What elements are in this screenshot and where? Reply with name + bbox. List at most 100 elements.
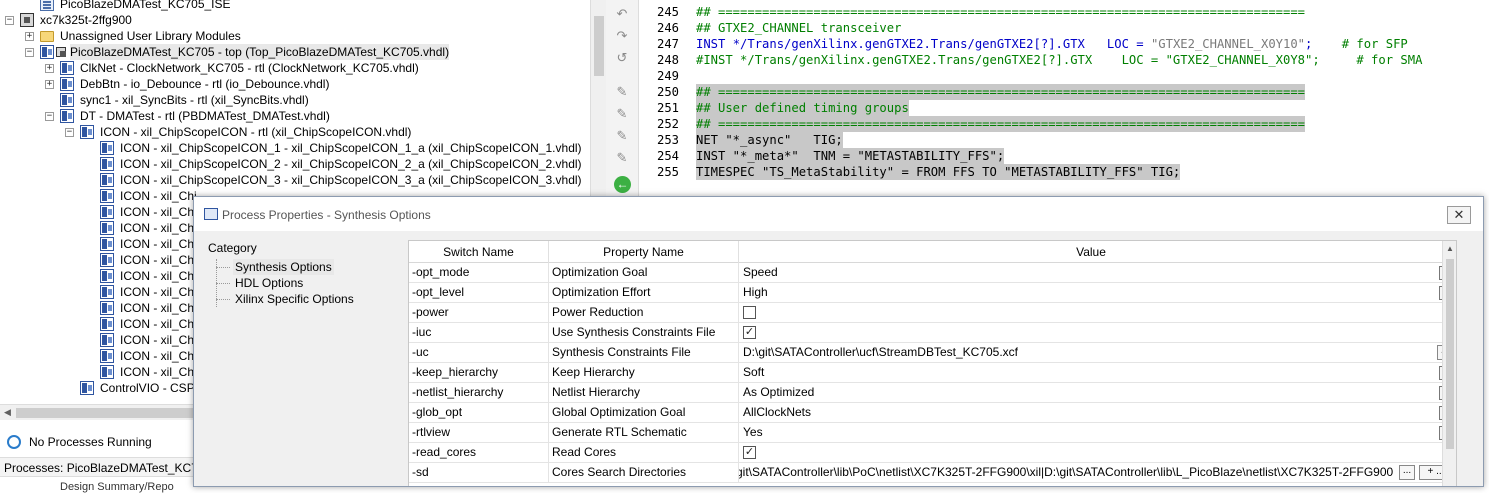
collapse-icon[interactable]: − [25, 48, 34, 57]
value-cell[interactable]: Speed [739, 263, 1456, 283]
tree-row-label[interactable]: PicoBlazeDMATest_KC705_ISE [60, 0, 231, 12]
value-dropdown[interactable]: High [743, 283, 768, 302]
value-dropdown[interactable]: As Optimized [743, 383, 814, 402]
tree-row-label[interactable]: Unassigned User Library Modules [60, 28, 241, 44]
tree-row[interactable]: ICON - xil_ChipScopeICON_3 - xil_ChipSco… [0, 172, 590, 188]
tree-row-label[interactable]: ICON - xil_Chi [120, 268, 197, 284]
value-cell[interactable]: Soft [739, 363, 1456, 383]
go-back-icon[interactable]: ← [614, 176, 631, 193]
collapse-icon[interactable]: − [5, 16, 14, 25]
expand-icon[interactable]: + [25, 32, 34, 41]
value-cell[interactable] [739, 303, 1456, 323]
code-line[interactable]: 246 ## GTXE2_CHANNEL transceiver [639, 20, 1489, 36]
tree-row-label[interactable]: ICON - xil_ChipScopeICON - rtl (xil_Chip… [100, 124, 411, 140]
code-text[interactable]: TIMESPEC "TS_MetaStability" = FROM FFS T… [696, 164, 1181, 180]
property-row[interactable]: -opt_mode Optimization Goal Speed [409, 263, 1456, 283]
tree-row-label[interactable]: ICON - xil_Chi [120, 284, 197, 300]
property-row[interactable]: -rtlview Generate RTL Schematic Yes [409, 423, 1456, 443]
code-text[interactable]: INST */Trans/genXilinx.genGTXE2.Trans/ge… [696, 36, 1408, 52]
tree-row-label[interactable]: ClkNet - ClockNetwork_KC705 - rtl (Clock… [80, 60, 419, 76]
scroll-thumb[interactable] [1446, 259, 1454, 449]
tree-row[interactable]: ICON - xil_ChipScopeICON_1 - xil_ChipSco… [0, 140, 590, 156]
code-editor[interactable]: 245 ## ==================================… [639, 0, 1489, 200]
value-cell[interactable]: D:\git\SATAController\ucf\StreamDBTest_K… [739, 343, 1456, 363]
tree-row-label[interactable]: ICON - xil_Chi [120, 188, 197, 204]
code-line[interactable]: 248 #INST */Trans/genXilinx.genGTXE2.Tran… [639, 52, 1489, 68]
tree-row-label[interactable]: ICON - xil_Chi [120, 300, 197, 316]
value-cell[interactable]: As Optimized [739, 383, 1456, 403]
code-text[interactable]: ## =====================================… [696, 116, 1306, 132]
code-line[interactable]: 255 TIMESPEC "TS_MetaStability" = FROM FF… [639, 164, 1489, 180]
value-dropdown[interactable]: AllClockNets [743, 403, 811, 422]
tree-row-label[interactable]: ICON - xil_Chi [120, 204, 197, 220]
browse-button[interactable]: ... [1399, 465, 1415, 480]
tree-row-label[interactable]: DT - DMATest - rtl (PBDMATest_DMATest.vh… [80, 108, 330, 124]
value-cell[interactable]: Yes [739, 423, 1456, 443]
value-dropdown[interactable]: Speed [743, 263, 778, 282]
code-text[interactable]: #INST */Trans/genXilinx.genGTXE2.Trans/g… [696, 52, 1422, 68]
value-cell[interactable]: git\SATAController\lib\PoC\netlist\XC7K3… [739, 463, 1456, 483]
tree-vertical-scrollbar[interactable] [590, 0, 606, 200]
tree-row[interactable]: sync1 - xil_SyncBits - rtl (xil_SyncBits… [0, 92, 590, 108]
scroll-up-icon[interactable]: ▲ [1446, 244, 1454, 253]
value-cell[interactable]: ✓ [739, 323, 1456, 343]
value-text[interactable]: D:\git\SATAController\ucf\StreamDBTest_K… [743, 343, 1018, 362]
tree-row-label[interactable]: ICON - xil_ChipScopeICON_3 - xil_ChipSco… [120, 172, 582, 188]
tree-row-label[interactable]: ICON - xil_Chi [120, 348, 197, 364]
property-row[interactable]: -sd Cores Search Directories git\SATAContr… [409, 463, 1456, 483]
code-line[interactable]: 253 NET "*_async" TIG; [639, 132, 1489, 148]
category-hdl-options[interactable]: HDL Options [233, 275, 305, 291]
code-line[interactable]: 252 ## ==================================… [639, 116, 1489, 132]
code-line[interactable]: 251 ## User defined timing groups [639, 100, 1489, 116]
tree-row-label[interactable]: xc7k325t-2ffg900 [40, 12, 132, 28]
tree-row-label[interactable]: ICON - xil_Chi [120, 316, 197, 332]
property-row[interactable]: -opt_level Optimization Effort High [409, 283, 1456, 303]
tree-row[interactable]: − DT - DMATest - rtl (PBDMATest_DMATest.v… [0, 108, 590, 124]
property-row[interactable]: -power Power Reduction [409, 303, 1456, 323]
value-cell[interactable]: High [739, 283, 1456, 303]
property-row[interactable]: -netlist_hierarchy Netlist Hierarchy As Op… [409, 383, 1456, 403]
property-row[interactable]: -read_cores Read Cores ✓ [409, 443, 1456, 463]
tree-row[interactable]: + ClkNet - ClockNetwork_KC705 - rtl (Cloc… [0, 60, 590, 76]
tree-row[interactable]: + DebBtn - io_Debounce - rtl (io_Debounce… [0, 76, 590, 92]
bookmark-icon[interactable]: ✎ [614, 84, 630, 100]
code-line[interactable]: 245 ## ==================================… [639, 4, 1489, 20]
undo-icon[interactable]: ↶ [614, 6, 630, 22]
close-button[interactable]: ✕ [1447, 206, 1471, 224]
category-xilinx-specific-options[interactable]: Xilinx Specific Options [233, 291, 356, 307]
property-row[interactable]: -glob_opt Global Optimization Goal AllCloc… [409, 403, 1456, 423]
tree-row-label[interactable]: PicoBlazeDMATest_KC705 - top (Top_PicoBl… [70, 44, 450, 60]
tree-row[interactable]: − xc7k325t-2ffg900 [0, 12, 590, 28]
tree-row-label[interactable]: ICON - xil_ChipScopeICON_2 - xil_ChipSco… [120, 156, 582, 172]
tree-row[interactable]: + Unassigned User Library Modules [0, 28, 590, 44]
value-text[interactable]: git\SATAController\lib\PoC\netlist\XC7K3… [739, 463, 1393, 482]
dialog-titlebar[interactable]: Process Properties - Synthesis Options ✕ [194, 197, 1483, 231]
code-text[interactable]: ## =====================================… [696, 84, 1306, 100]
value-cell[interactable]: ✓ [739, 443, 1456, 463]
process-item[interactable]: Design Summary/Repo [60, 481, 174, 493]
tree-row[interactable]: ICON - xil_ChipScopeICON_2 - xil_ChipSco… [0, 156, 590, 172]
value-dropdown[interactable]: Soft [743, 363, 764, 382]
category-synthesis-options[interactable]: Synthesis Options [233, 259, 334, 275]
value-dropdown[interactable]: Yes [743, 423, 763, 442]
tree-row-label[interactable]: ICON - xil_Chi [120, 252, 197, 268]
tree-row-label[interactable]: ControlVIO - CSP [100, 380, 195, 396]
undo-all-icon[interactable]: ↺ [614, 50, 630, 66]
value-checkbox[interactable]: ✓ [743, 326, 756, 339]
tree-row-label[interactable]: DebBtn - io_Debounce - rtl (io_Debounce.… [80, 76, 329, 92]
code-line[interactable]: 247 INST */Trans/genXilinx.genGTXE2.Trans… [639, 36, 1489, 52]
value-checkbox[interactable]: ✓ [743, 446, 756, 459]
property-row[interactable]: -uc Synthesis Constraints File D:\git\SATA… [409, 343, 1456, 363]
bookmark-next-icon[interactable]: ✎ [614, 106, 630, 122]
value-cell[interactable]: AllClockNets [739, 403, 1456, 423]
expand-icon[interactable]: + [45, 64, 54, 73]
code-text[interactable]: INST "*_meta*" TNM = "METASTABILITY_FFS"… [696, 148, 1005, 164]
scroll-thumb[interactable] [594, 16, 604, 76]
value-checkbox[interactable] [743, 306, 756, 319]
tree-row[interactable]: − PicoBlazeDMATest_KC705 - top (Top_PicoB… [0, 44, 590, 60]
tree-row-label[interactable]: ICON - xil_Chi [120, 332, 197, 348]
scroll-left-icon[interactable]: ◀ [4, 407, 11, 418]
code-text[interactable]: ## User defined timing groups [696, 100, 909, 116]
tree-row[interactable]: PicoBlazeDMATest_KC705_ISE [0, 0, 590, 12]
grid-vertical-scrollbar[interactable]: ▲ [1442, 241, 1456, 486]
